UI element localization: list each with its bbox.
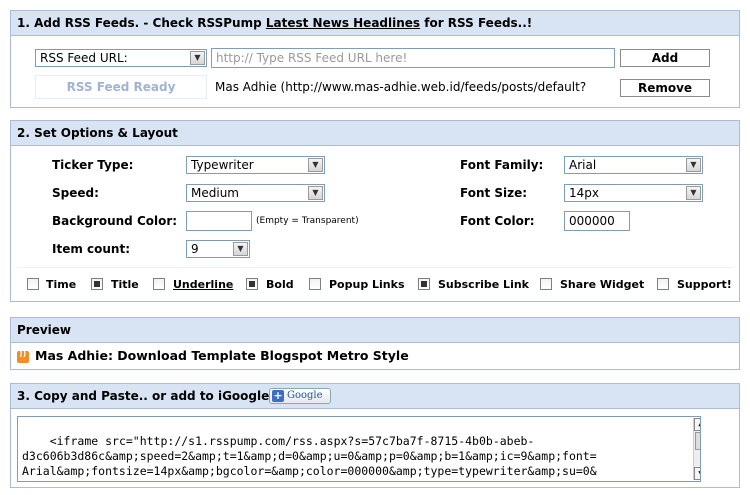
scroll-thumb[interactable] [695,432,700,450]
speed-label: Speed: [52,186,99,200]
background-color-hint: (Empty = Transparent) [256,216,359,226]
feed-ready-status: RSS Feed Ready [35,75,207,99]
underline-checkbox[interactable] [153,278,165,290]
share-widget-checkbox[interactable] [540,278,552,290]
support-checkbox-label: Support! [677,278,732,291]
item-count-value: 9 [191,242,199,256]
ticker-type-value: Typewriter [191,158,254,172]
google-button-label: Google [287,390,323,401]
font-family-value: Arial [569,158,597,172]
subscribe-link-checkbox-label: Subscribe Link [438,278,529,291]
speed-select[interactable]: Medium ▼ [186,184,325,202]
bold-checkbox[interactable] [246,278,258,290]
options-divider [17,267,733,268]
font-color-label: Font Color: [460,214,535,228]
embed-code-scrollbar[interactable]: ▲ ▼ [693,418,700,480]
ticker-type-select[interactable]: Typewriter ▼ [186,156,325,174]
font-family-label: Font Family: [460,158,544,172]
embed-code-header: 3. Copy and Paste.. or add to iGoogle: [11,384,739,409]
font-size-value: 14px [569,186,599,200]
options-panel: 2. Set Options & Layout Ticker Type: Typ… [10,120,740,302]
plus-icon: + [272,389,284,402]
embed-code-text: <iframe src="http://s1.rsspump.com/rss.a… [22,434,597,481]
background-color-label: Background Color: [52,214,178,228]
subscribe-link-checkbox[interactable] [418,278,430,290]
title-checkbox-label: Title [111,278,139,291]
chevron-down-icon: ▼ [233,242,248,256]
font-family-select[interactable]: Arial ▼ [564,156,703,174]
feed-url-input[interactable]: http:// Type RSS Feed URL here! [211,48,615,68]
time-checkbox[interactable] [27,278,39,290]
support-checkbox[interactable] [657,278,669,290]
ticker-type-label: Ticker Type: [52,158,134,172]
chevron-down-icon: ▼ [686,186,701,200]
underline-checkbox-label: Underline [173,278,234,291]
font-color-input[interactable]: 000000 [564,211,630,231]
chevron-down-icon: ▼ [190,51,205,65]
feed-entry: Mas Adhie (http://www.mas-adhie.web.id/f… [215,80,587,94]
add-feeds-title-suffix: for RSS Feeds..! [420,16,533,30]
embed-code-panel: 3. Copy and Paste.. or add to iGoogle: +… [10,383,740,488]
font-size-select[interactable]: 14px ▼ [564,184,703,202]
chevron-down-icon: ▼ [308,186,323,200]
embed-code-title: 3. Copy and Paste.. or add to iGoogle: [17,389,275,403]
preview-feed-title[interactable]: Mas Adhie: Download Template Blogspot Me… [35,348,409,363]
font-color-value: 000000 [569,214,615,228]
time-checkbox-label: Time [46,278,77,291]
scroll-up-icon[interactable]: ▲ [694,418,700,431]
feed-type-value: RSS Feed URL: [40,51,128,65]
scroll-down-icon[interactable]: ▼ [694,467,700,480]
background-color-input[interactable] [186,211,252,231]
remove-button[interactable]: Remove [620,79,710,97]
add-button[interactable]: Add [620,49,710,67]
popup-links-checkbox-label: Popup Links [329,278,405,291]
share-widget-checkbox-label: Share Widget [560,278,645,291]
options-header: 2. Set Options & Layout [11,121,739,146]
add-to-igoogle-button[interactable]: + Google [269,388,331,404]
add-feeds-header: 1. Add RSS Feeds. - Check RSSPump Latest… [11,11,739,36]
title-checkbox[interactable] [91,278,103,290]
font-size-label: Font Size: [460,186,528,200]
add-feeds-title: 1. Add RSS Feeds. - Check RSSPump [17,16,266,30]
preview-header: Preview [11,318,739,343]
bold-checkbox-label: Bold [266,278,294,291]
latest-news-link[interactable]: Latest News Headlines [266,16,420,30]
embed-code-textarea[interactable]: <iframe src="http://s1.rsspump.com/rss.a… [17,416,701,482]
feed-ready-text: RSS Feed Ready [66,80,176,94]
speed-value: Medium [191,186,239,200]
feed-type-select[interactable]: RSS Feed URL: ▼ [35,49,207,67]
add-feeds-panel: 1. Add RSS Feeds. - Check RSSPump Latest… [10,10,740,108]
item-count-label: Item count: [52,242,130,256]
feed-url-placeholder: http:// Type RSS Feed URL here! [216,51,408,65]
item-count-select[interactable]: 9 ▼ [186,240,250,258]
preview-panel: Preview Mas Adhie: Download Template Blo… [10,317,740,370]
popup-links-checkbox[interactable] [309,278,321,290]
chevron-down-icon: ▼ [308,158,323,172]
chevron-down-icon: ▼ [686,158,701,172]
rss-feed-icon [17,349,29,363]
